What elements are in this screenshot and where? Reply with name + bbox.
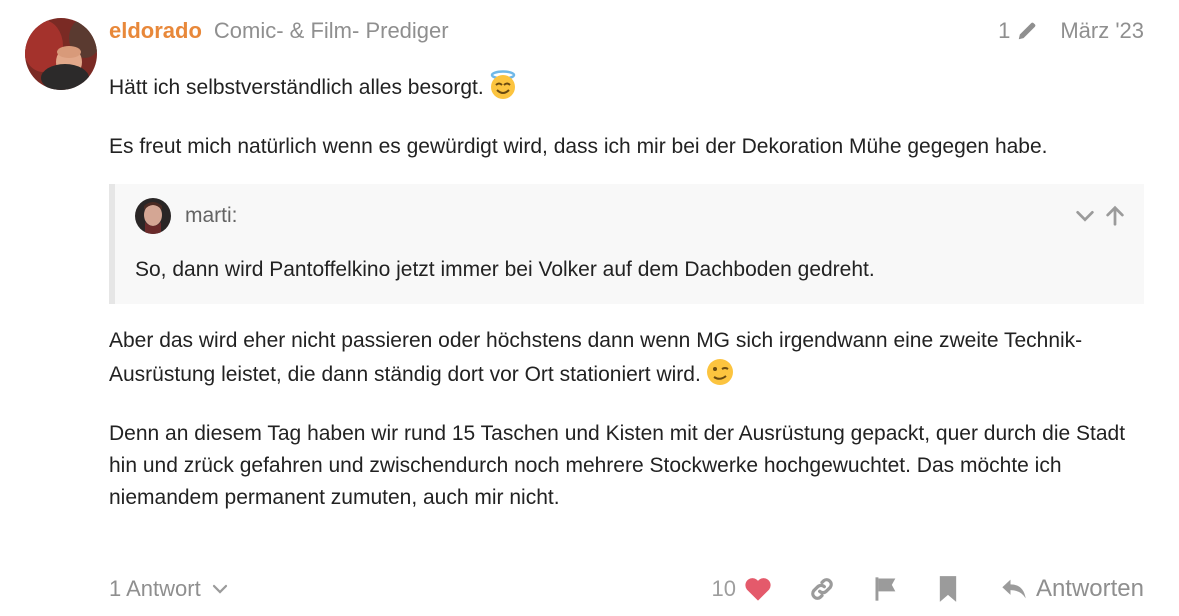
bookmark-icon	[939, 576, 957, 602]
flag-icon	[875, 577, 896, 601]
bookmark-button[interactable]	[936, 575, 960, 603]
heart-icon	[745, 578, 771, 601]
like-button[interactable]	[744, 576, 772, 602]
show-replies-button[interactable]: 1 Antwort	[109, 576, 229, 602]
post-actions: 10 Antworten	[711, 575, 1144, 603]
reply-icon	[1002, 579, 1026, 599]
wink-emoji-icon	[705, 357, 735, 397]
arrow-up-icon[interactable]	[1104, 205, 1126, 227]
quote-text: So, dann wird Pantoffelkino jetzt immer …	[135, 258, 875, 281]
chevron-down-icon[interactable]	[1074, 205, 1096, 227]
reply-label: Antworten	[1035, 575, 1144, 602]
user-avatar[interactable]	[25, 18, 97, 90]
paragraph-text: Aber das wird eher nicht passieren oder …	[109, 329, 1083, 386]
quote-title: marti:	[135, 196, 1126, 236]
edit-count: 1	[998, 18, 1011, 43]
chevron-down-icon	[212, 584, 227, 594]
flag-button[interactable]	[872, 575, 900, 603]
user-title: Comic- & Film- Prediger	[213, 18, 449, 43]
post-date[interactable]: März '23	[1060, 18, 1144, 44]
post-paragraph-4: Denn an diesem Tag haben wir rund 15 Tas…	[109, 422, 1126, 509]
post-controls: 1 Antwort 10 Antworten	[109, 568, 1144, 610]
replies-label: 1 Antwort	[109, 576, 201, 601]
post-body: Hätt ich selbstverständlich alles besorg…	[109, 70, 1144, 535]
paragraph-text: Hätt ich selbstverständlich alles besorg…	[109, 76, 484, 99]
reply-button[interactable]: Antworten	[1000, 575, 1144, 603]
quote-author[interactable]: marti:	[185, 200, 238, 232]
username-link[interactable]: eldorado	[109, 18, 202, 44]
post-header: eldorado Comic- & Film- Prediger 1 März …	[109, 16, 1144, 46]
link-icon	[811, 578, 833, 600]
quote-controls	[1074, 205, 1126, 227]
post-paragraph-3: Aber das wird eher nicht passieren oder …	[109, 325, 1144, 397]
copy-link-button[interactable]	[808, 575, 836, 603]
edit-history-button[interactable]: 1	[998, 18, 1038, 44]
quote-avatar[interactable]	[135, 198, 171, 234]
innocent-emoji-icon	[488, 70, 518, 110]
quoted-post: marti: So, dann wird Pantoffelkino jetzt…	[109, 184, 1144, 304]
post-paragraph-1: Hätt ich selbstverständlich alles besorg…	[109, 70, 1144, 110]
post-paragraph-2: Es freut mich natürlich wenn es gewürdig…	[109, 135, 1048, 158]
like-count[interactable]: 10	[711, 576, 735, 602]
pencil-icon	[1019, 22, 1036, 40]
